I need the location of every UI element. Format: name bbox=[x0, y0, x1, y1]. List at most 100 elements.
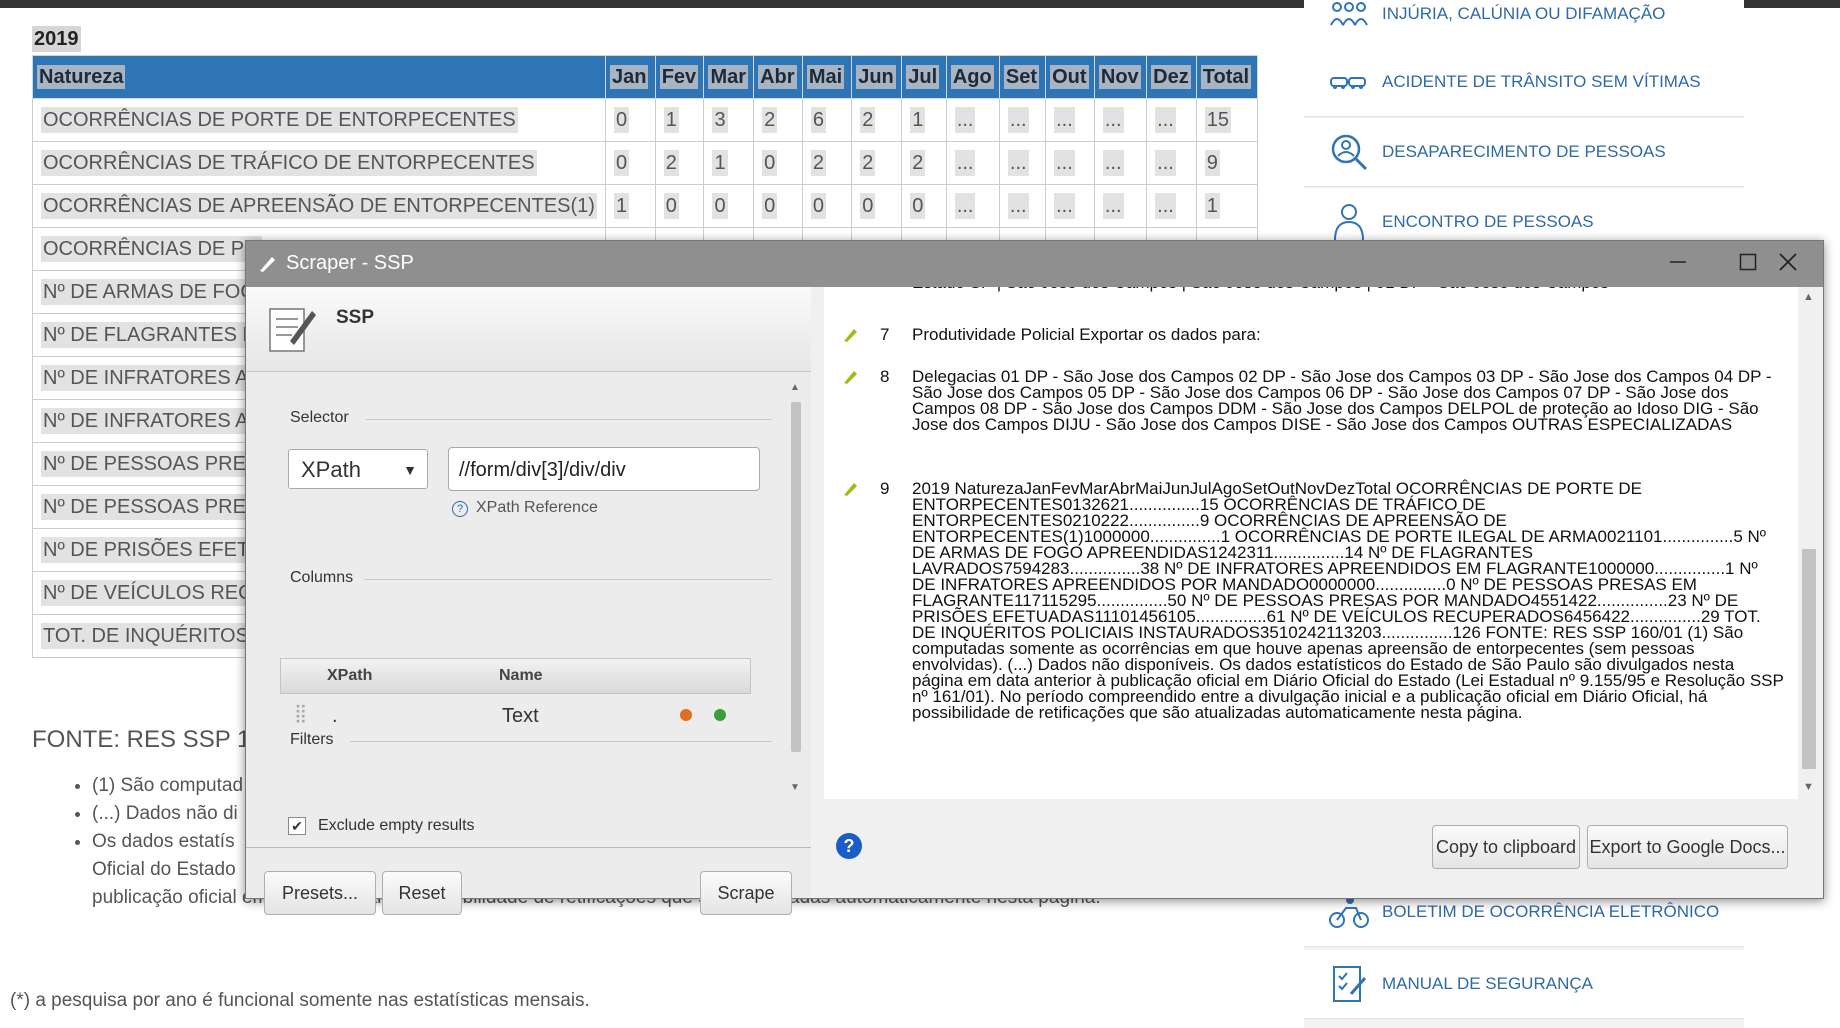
value-cell: 1 bbox=[1195, 184, 1259, 228]
cell-text: Nº DE ARMAS DE FOG bbox=[41, 278, 258, 305]
value-cell: ... bbox=[998, 98, 1047, 142]
cell-text: 2 bbox=[860, 149, 876, 176]
table-row: OCORRÊNCIAS DE PORTE DE ENTORPECENTES 0 1 3… bbox=[32, 98, 1259, 142]
cell-text: ... bbox=[954, 149, 976, 176]
value-cell: 2 bbox=[851, 141, 903, 185]
cell-text: 3 bbox=[712, 106, 728, 133]
cars-icon bbox=[1328, 61, 1370, 103]
cell-text: ... bbox=[1007, 149, 1029, 176]
cell-text: TOT. DE INQUÉRITOS bbox=[41, 622, 251, 649]
sidebar-item-acidente[interactable]: ACIDENTE DE TRÂNSITO SEM VÍTIMAS bbox=[1304, 48, 1744, 117]
year-label: 2019 bbox=[32, 26, 81, 52]
xpath-input[interactable]: //form/div[3]/div/div bbox=[448, 447, 760, 491]
value-cell: 0 bbox=[901, 184, 947, 228]
note-text: Oficial do Estado bbox=[92, 859, 236, 880]
col-header-month: Abr bbox=[753, 55, 803, 99]
col-header-month: Nov bbox=[1093, 55, 1148, 99]
value-cell: 1 bbox=[604, 184, 656, 228]
cell-text: 1 bbox=[910, 106, 926, 133]
value-cell: 1 bbox=[901, 98, 947, 142]
pencil-icon[interactable] bbox=[842, 367, 860, 388]
cell-text: ... bbox=[1054, 149, 1075, 176]
scraper-window: Scraper - SSP SSP ▲ ▼ Selector XPath ▼ //… bbox=[245, 240, 1824, 915]
header-label: Mar bbox=[708, 64, 749, 89]
header-label: Out bbox=[1050, 64, 1089, 89]
cell-text: ... bbox=[1102, 149, 1124, 176]
column-row[interactable]: ⣿ . Text bbox=[280, 695, 749, 739]
result-number: 8 bbox=[880, 367, 890, 386]
results-list: Estado SP | São Jose dos Campos | São Jo… bbox=[824, 287, 1798, 799]
value-cell: ... bbox=[1093, 98, 1148, 142]
remove-column-icon[interactable] bbox=[680, 709, 692, 721]
export-google-docs-button[interactable]: Export to Google Docs... bbox=[1587, 825, 1788, 869]
add-column-icon[interactable] bbox=[714, 709, 726, 721]
scroll-thumb[interactable] bbox=[791, 402, 801, 752]
sidebar-item-label: BOLETIM DE OCORRÊNCIA ELETRÔNICO bbox=[1382, 902, 1720, 921]
filters-section-label: Filters bbox=[290, 731, 334, 748]
col-header-month: Fev bbox=[654, 55, 705, 99]
sidebar-item-manual[interactable]: MANUAL DE SEGURANÇA bbox=[1304, 950, 1744, 1019]
document-edit-icon bbox=[266, 301, 318, 362]
value-cell: ... bbox=[1146, 141, 1197, 185]
result-number: 9 bbox=[880, 479, 890, 498]
people-icon bbox=[1328, 0, 1370, 35]
exclude-empty-label: Exclude empty results bbox=[318, 817, 475, 834]
scrape-button[interactable]: Scrape bbox=[700, 871, 792, 915]
results-scrollbar[interactable]: ▲ ▼ bbox=[1798, 287, 1820, 799]
scroll-up-icon[interactable]: ▲ bbox=[1803, 291, 1814, 303]
value-cell: ... bbox=[1146, 98, 1197, 142]
drag-handle-icon[interactable]: ⣿ bbox=[294, 703, 307, 724]
header-label: Nov bbox=[1098, 64, 1141, 89]
minimize-button[interactable] bbox=[1643, 241, 1713, 287]
cell-text: 1 bbox=[663, 106, 679, 133]
scroll-down-icon[interactable]: ▼ bbox=[1803, 781, 1814, 793]
value-cell: ... bbox=[1093, 141, 1148, 185]
cell-text: ... bbox=[1155, 106, 1176, 133]
scroll-thumb[interactable] bbox=[1802, 549, 1816, 769]
scroll-down-icon[interactable]: ▼ bbox=[790, 782, 800, 793]
value-cell: ... bbox=[1045, 98, 1095, 142]
divider bbox=[364, 579, 772, 580]
natureza-cell: OCORRÊNCIAS DE TRÁFICO DE ENTORPECENTES bbox=[32, 141, 606, 185]
cell-text: 6 bbox=[810, 106, 826, 133]
header-label: Jul bbox=[906, 64, 940, 89]
value-cell: 3 bbox=[703, 98, 755, 142]
cell-text: ... bbox=[1007, 106, 1029, 133]
column-xpath-value[interactable]: . bbox=[332, 705, 338, 728]
value-cell: ... bbox=[1146, 184, 1197, 228]
sidebar-item-injuria[interactable]: INJÚRIA, CALÚNIA OU DIFAMAÇÃO bbox=[1304, 0, 1744, 49]
xpath-reference-link[interactable]: ? XPath Reference bbox=[452, 499, 598, 517]
close-button[interactable] bbox=[1753, 241, 1823, 287]
selector-type-select[interactable]: XPath ▼ bbox=[288, 449, 428, 489]
divider bbox=[366, 419, 772, 420]
reset-button[interactable]: Reset bbox=[382, 871, 462, 915]
sidebar-item-desaparecimento[interactable]: DESAPARECIMENTO DE PESSOAS bbox=[1304, 118, 1744, 187]
result-number: 7 bbox=[880, 325, 890, 344]
cell-text: 2 bbox=[810, 149, 826, 176]
pencil-icon[interactable] bbox=[842, 479, 860, 500]
copy-to-clipboard-button[interactable]: Copy to clipboard bbox=[1432, 825, 1580, 869]
table-header-row: Natureza Jan Fev Mar Abr Mai Jun Jul Ago Set Out No… bbox=[32, 55, 1259, 99]
value-cell: 2 bbox=[753, 98, 803, 142]
value-cell: 9 bbox=[1195, 141, 1259, 185]
presets-button[interactable]: Presets... bbox=[264, 871, 376, 915]
scroll-up-icon[interactable]: ▲ bbox=[790, 382, 800, 393]
value-cell: 0 bbox=[604, 98, 656, 142]
help-button[interactable]: ? bbox=[836, 833, 862, 859]
pencil-icon[interactable] bbox=[842, 325, 860, 346]
cell-text: ... bbox=[1054, 106, 1075, 133]
config-scrollbar[interactable]: ▲ ▼ bbox=[788, 382, 804, 802]
value-cell: 6 bbox=[801, 98, 853, 142]
cell-text: ... bbox=[954, 192, 976, 219]
column-name-value[interactable]: Text bbox=[502, 705, 539, 728]
result-text: Delegacias 01 DP - São Jose dos Campos 0… bbox=[912, 367, 1772, 434]
header-label: Fev bbox=[659, 64, 699, 89]
cell-text: 2 bbox=[910, 149, 926, 176]
results-panel: Estado SP | São Jose dos Campos | São Jo… bbox=[824, 287, 1820, 898]
exclude-empty-checkbox[interactable]: ✔ bbox=[288, 817, 306, 835]
minimize-icon bbox=[1669, 253, 1687, 276]
window-titlebar[interactable]: Scraper - SSP bbox=[246, 241, 1823, 287]
cell-text: 0 bbox=[910, 192, 926, 219]
header-label: Jan bbox=[609, 64, 649, 89]
cell-text: 0 bbox=[613, 149, 630, 176]
